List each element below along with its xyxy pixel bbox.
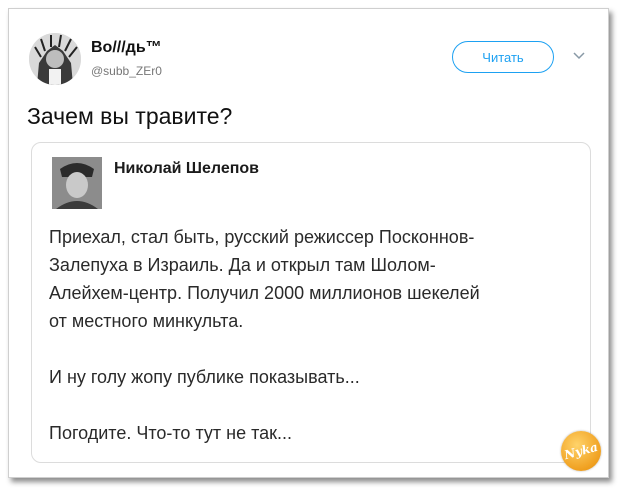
post-line: И ну голу жопу публике показывать... <box>49 367 360 387</box>
avatar[interactable] <box>29 33 81 85</box>
post-line: Приехал, стал быть, русский режиссер Пос… <box>49 227 475 247</box>
quoted-post[interactable]: Николай Шелепов Приехал, стал быть, русс… <box>31 142 591 463</box>
post-author-photo <box>52 157 102 209</box>
post-line: Алейхем-центр. Получил 2000 миллионов ше… <box>49 283 480 303</box>
post-author-name: Николай Шелепов <box>114 160 260 177</box>
post-body: Приехал, стал быть, русский режиссер Пос… <box>49 223 589 447</box>
tweet-card: Во///дь™ @subb_ZEr0 Читать Зачем вы трав… <box>8 8 609 478</box>
tweet-text: Зачем вы травите? <box>27 103 233 129</box>
post-line: Погодите. Что-то тут не так... <box>49 423 293 443</box>
follow-button[interactable]: Читать <box>452 41 554 73</box>
display-name[interactable]: Во///дь™ <box>91 39 162 57</box>
avatar-image <box>29 33 81 85</box>
user-handle[interactable]: @subb_ZEr0 <box>91 64 162 78</box>
chevron-down-icon[interactable] <box>572 49 586 63</box>
post-line: от местного минкульта. <box>49 311 244 331</box>
post-line: Залепуха в Израиль. Да и открыл там Шоло… <box>49 255 436 275</box>
watermark-logo: Nyka <box>561 431 601 471</box>
watermark-text: Nyka <box>562 439 600 463</box>
